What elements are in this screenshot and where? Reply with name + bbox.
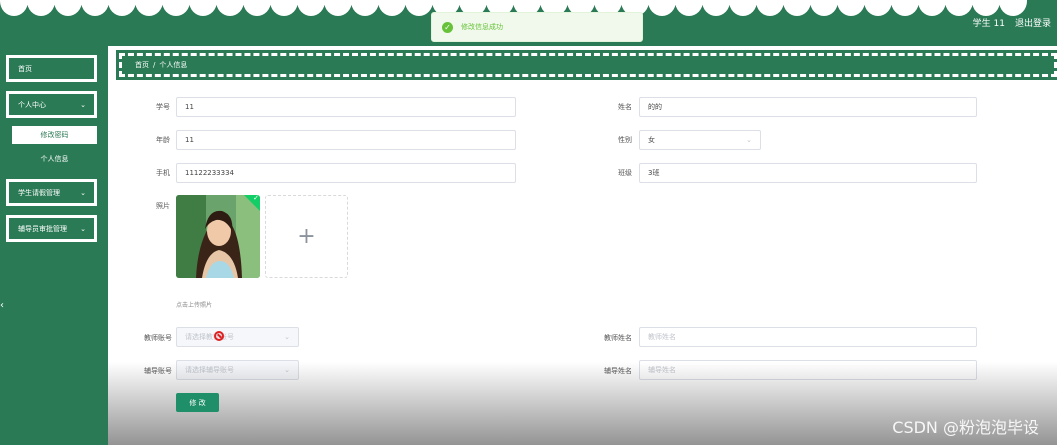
name-label: 姓名 xyxy=(618,103,632,111)
teacher-account-label: 教师账号 xyxy=(144,334,172,342)
logout-link[interactable]: 退出登录 xyxy=(1015,16,1051,29)
sidebar-item-label: 学生请假管理 xyxy=(18,188,60,197)
counselor-name-label: 辅导姓名 xyxy=(604,367,632,375)
chevron-down-icon: ⌄ xyxy=(284,366,290,374)
not-allowed-cursor-icon xyxy=(214,331,224,341)
phone-value: 11122233334 xyxy=(185,169,234,177)
sidebar-item-personal-center[interactable]: 个人中心 ⌄ xyxy=(6,91,97,118)
phone-field[interactable]: 11122233334 xyxy=(176,163,516,183)
breadcrumb-current: 个人信息 xyxy=(159,61,188,69)
portrait-image xyxy=(176,195,260,278)
add-photo-button[interactable]: + xyxy=(265,195,348,278)
chevron-down-icon: ⌄ xyxy=(746,136,752,144)
counselor-name-field[interactable]: 辅导姓名 xyxy=(639,360,977,380)
breadcrumb: 首页 / 个人信息 xyxy=(119,53,1057,77)
toast-message: 修改信息成功 xyxy=(461,23,503,31)
student-id-label: 学号 xyxy=(156,103,170,111)
watermark: CSDN @粉泡泡毕设 xyxy=(892,418,1039,437)
class-label: 班级 xyxy=(618,169,632,177)
student-id-field[interactable]: 11 xyxy=(176,97,516,117)
age-field[interactable]: 11 xyxy=(176,130,516,150)
sidebar-item-label: 个人中心 xyxy=(18,100,46,109)
breadcrumb-home[interactable]: 首页 xyxy=(135,60,149,70)
teacher-name-label: 教师姓名 xyxy=(604,334,632,342)
student-id-value: 11 xyxy=(185,103,194,111)
counselor-account-select[interactable]: 请选择辅导账号 ⌄ xyxy=(176,360,299,380)
counselor-name-placeholder: 辅导姓名 xyxy=(648,366,676,374)
collapse-arrow-icon[interactable]: ‹ xyxy=(0,300,4,311)
phone-label: 手机 xyxy=(156,169,170,177)
submenu-change-password[interactable]: 修改密码 xyxy=(12,126,97,144)
profile-photo[interactable]: ✓ xyxy=(176,195,260,278)
teacher-name-field[interactable]: 教师姓名 xyxy=(639,327,977,347)
sidebar-item-counselor-approval[interactable]: 辅导员审批管理 ⌄ xyxy=(6,215,97,242)
submenu-label: 个人信息 xyxy=(40,155,69,163)
chevron-down-icon: ⌄ xyxy=(80,224,86,233)
gender-select[interactable]: 女 ⌄ xyxy=(639,130,761,150)
gender-label: 性别 xyxy=(618,136,632,144)
chevron-down-icon: ⌄ xyxy=(80,188,86,197)
plus-icon: + xyxy=(297,224,316,249)
current-user: 学生 11 xyxy=(972,19,1005,29)
sidebar: 首页 个人中心 ⌄ 修改密码 个人信息 学生请假管理 ⌄ 辅导员审批管理 ⌄ ‹ xyxy=(0,46,108,445)
age-value: 11 xyxy=(185,136,194,144)
user-area: 学生 11 退出登录 xyxy=(973,16,1051,29)
breadcrumb-separator: / xyxy=(153,61,156,69)
name-value: 的的 xyxy=(648,103,662,111)
sidebar-item-student-leave[interactable]: 学生请假管理 ⌄ xyxy=(6,179,97,206)
sidebar-item-label: 首页 xyxy=(18,64,32,73)
age-label: 年龄 xyxy=(156,136,170,144)
submenu-label: 修改密码 xyxy=(40,131,69,139)
check-icon: ✓ xyxy=(253,195,259,202)
name-field[interactable]: 的的 xyxy=(639,97,977,117)
success-toast: ✓ 修改信息成功 xyxy=(431,12,643,42)
submenu-personal-info[interactable]: 个人信息 xyxy=(12,150,97,168)
counselor-account-placeholder: 请选择辅导账号 xyxy=(185,366,234,374)
photo-label: 照片 xyxy=(156,202,170,210)
check-circle-icon: ✓ xyxy=(442,21,453,33)
submit-button[interactable]: 修 改 xyxy=(176,393,219,412)
class-value: 3班 xyxy=(648,169,660,177)
teacher-name-placeholder: 教师姓名 xyxy=(648,333,676,341)
gender-value: 女 xyxy=(648,136,655,144)
teacher-account-select[interactable]: 请选择教师账号 ⌄ xyxy=(176,327,299,347)
chevron-down-icon: ⌄ xyxy=(284,333,290,341)
sidebar-item-label: 辅导员审批管理 xyxy=(18,224,67,233)
sidebar-item-home[interactable]: 首页 xyxy=(6,55,97,82)
upload-tip: 点击上传照片 xyxy=(176,302,213,309)
breadcrumb-bar: 首页 / 个人信息 xyxy=(116,50,1057,80)
chevron-down-icon: ⌄ xyxy=(80,100,86,109)
counselor-account-label: 辅导账号 xyxy=(144,367,172,375)
teacher-account-placeholder: 请选择教师账号 xyxy=(185,333,234,341)
class-field[interactable]: 3班 xyxy=(639,163,977,183)
